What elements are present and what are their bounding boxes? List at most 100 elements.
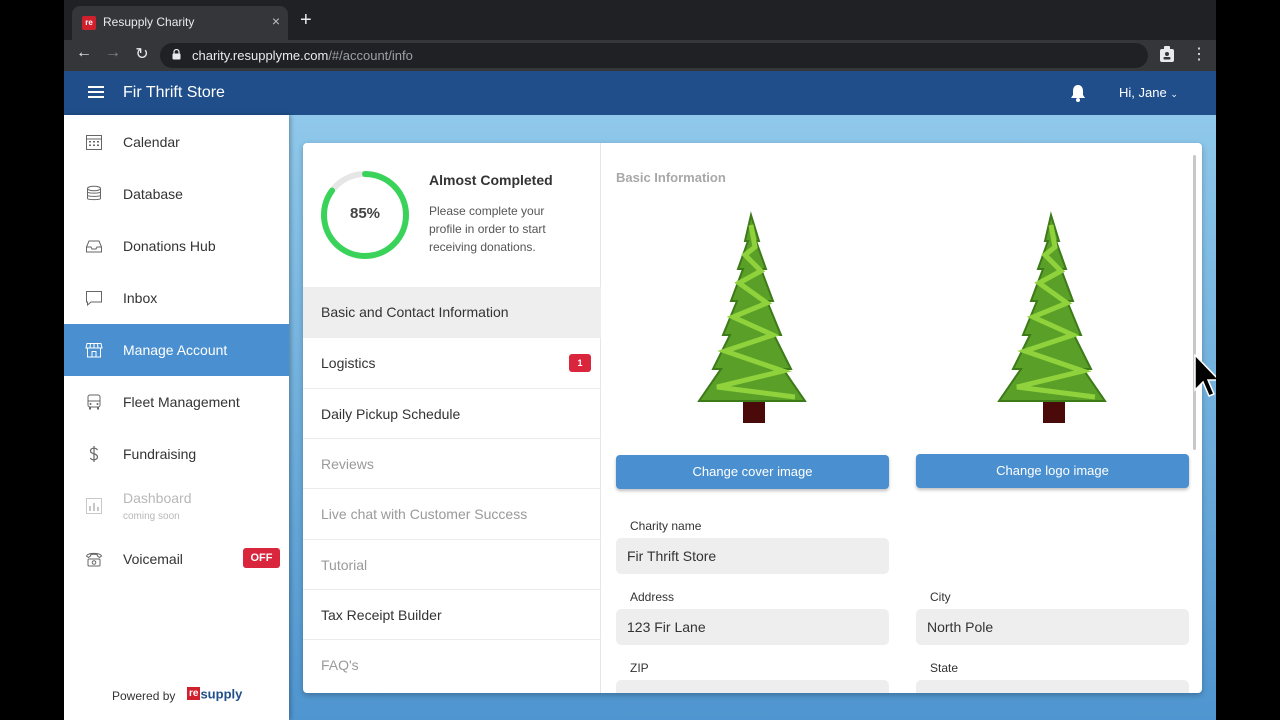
logo-re: re [187,687,201,701]
storefront-icon [85,343,103,358]
sidebar-item-label: Manage Account [123,342,228,358]
calendar-icon [86,135,102,150]
menu-item-tax-receipt[interactable]: Tax Receipt Builder [303,589,601,639]
address-label: Address [630,590,675,604]
zip-input[interactable] [616,680,889,693]
forward-arrow-icon[interactable]: → [102,44,124,62]
dollar-icon [89,446,99,462]
url-text: charity.resupplyme.com/#/account/info [192,48,413,63]
url-host: charity.resupplyme.com [192,48,329,63]
powered-by-label: Powered by [112,689,176,703]
store-title: Fir Thrift Store [123,84,225,101]
logistics-count-badge: 1 [569,354,591,372]
charity-name-input[interactable]: Fir Thrift Store [616,538,889,574]
extension-icon[interactable] [1160,46,1174,62]
sidebar-item-inbox[interactable]: Inbox [64,272,289,324]
basic-info-panel: Basic Information Change cover image Cha… [601,143,1202,693]
address-input[interactable]: 123 Fir Lane [616,609,889,645]
city-input[interactable]: North Pole [916,609,1189,645]
sidebar-item-database[interactable]: Database [64,168,289,220]
tab-title: Resupply Charity [103,15,195,29]
menu-item-logistics[interactable]: Logistics 1 [303,337,601,387]
inbox-tray-icon [86,240,102,253]
zip-label: ZIP [630,661,649,675]
sidebar-item-manage-account[interactable]: Manage Account [64,324,289,376]
truck-icon [87,394,101,410]
main-content: 85% Almost Completed Please complete you… [289,115,1216,720]
sidebar-item-label: Inbox [123,290,158,306]
sidebar-item-fleet-management[interactable]: Fleet Management [64,376,289,428]
logo-image-tree [997,211,1107,423]
menu-item-label: Reviews [321,456,374,472]
menu-item-live-chat[interactable]: Live chat with Customer Success [303,488,601,538]
change-cover-image-button[interactable]: Change cover image [616,455,889,489]
menu-item-label: Logistics [321,355,376,371]
menu-item-label: Tax Receipt Builder [321,607,442,623]
app-header: Fir Thrift Store Hi, Jane ⌄ [64,71,1216,115]
chat-bubble-icon [86,291,102,307]
telephone-icon [85,552,103,567]
section-title: Basic Information [616,170,726,185]
charity-name-label: Charity name [630,519,702,533]
sidebar-item-dashboard: Dashboard coming soon [64,480,289,532]
menu-item-tutorial[interactable]: Tutorial [303,539,601,589]
browser-toolbar: ← → ↻ charity.resupplyme.com/#/account/i… [64,40,1216,71]
user-menu[interactable]: Hi, Jane ⌄ [1119,85,1178,100]
menu-item-reviews[interactable]: Reviews [303,438,601,488]
sidebar-item-fundraising[interactable]: Fundraising [64,428,289,480]
sidebar-item-label: Database [123,186,183,202]
resupply-favicon-icon: re [82,16,96,30]
notification-bell-icon[interactable] [1070,84,1086,102]
browser-tab-bar: re Resupply Charity × + [64,0,1216,40]
resupply-logo: re supply [187,685,242,703]
change-logo-image-button[interactable]: Change logo image [916,454,1189,488]
menu-item-label: FAQ's [321,657,359,673]
state-input[interactable] [916,680,1189,693]
progress-percent: 85% [349,205,381,222]
sidebar-item-label: Voicemail [123,551,183,567]
reload-icon[interactable]: ↻ [131,44,153,64]
new-tab-button[interactable]: + [300,8,312,32]
lock-icon [172,49,181,60]
back-arrow-icon[interactable]: ← [73,44,95,62]
hamburger-menu-icon[interactable] [88,86,104,99]
city-label: City [930,590,951,604]
browser-tab[interactable]: re Resupply Charity × [72,6,288,40]
scrollbar[interactable] [1193,155,1196,450]
sidebar-item-voicemail[interactable]: Voicemail OFF [64,533,289,585]
screen: re Resupply Charity × + ← → ↻ charity.re… [64,0,1216,720]
sidebar-item-label: Donations Hub [123,238,216,254]
user-greeting: Hi, Jane [1119,85,1167,100]
database-icon [87,185,101,201]
bar-chart-icon [86,498,102,514]
browser-menu-icon[interactable]: ⋮ [1191,44,1207,64]
coming-soon-label: coming soon [123,511,180,522]
mouse-cursor-icon [1194,354,1216,397]
menu-item-label: Live chat with Customer Success [321,506,528,522]
sidebar-item-label: Calendar [123,134,180,150]
chevron-down-icon: ⌄ [1170,89,1178,99]
menu-item-label: Daily Pickup Schedule [321,406,461,422]
cover-image-tree [697,211,807,423]
logo-supply: supply [200,686,243,702]
sidebar-item-label: Dashboard [123,490,192,506]
address-bar[interactable]: charity.resupplyme.com/#/account/info [160,43,1148,68]
url-path: /#/account/info [328,48,413,63]
state-label: State [930,661,959,675]
sidebar-item-label: Fundraising [123,446,197,462]
menu-item-daily-pickup[interactable]: Daily Pickup Schedule [303,388,601,438]
progress-description: Please complete your profile in order to… [429,204,546,254]
sidebar-item-label: Fleet Management [123,394,240,410]
sidebar: Calendar Database Donations Hub Inbox Ma… [64,115,289,720]
progress-title: Almost Completed [429,172,553,188]
menu-item-basic-contact[interactable]: Basic and Contact Information [303,287,601,337]
menu-item-faq[interactable]: FAQ's [303,639,601,689]
sidebar-item-donations-hub[interactable]: Donations Hub [64,220,289,272]
menu-item-label: Basic and Contact Information [321,304,509,320]
menu-item-label: Tutorial [321,557,368,573]
account-menu-panel: 85% Almost Completed Please complete you… [303,143,601,693]
voicemail-toggle[interactable]: OFF [243,548,280,568]
sidebar-item-calendar[interactable]: Calendar [64,116,289,168]
tab-close-icon[interactable]: × [272,13,280,29]
account-card: 85% Almost Completed Please complete you… [303,143,1202,693]
